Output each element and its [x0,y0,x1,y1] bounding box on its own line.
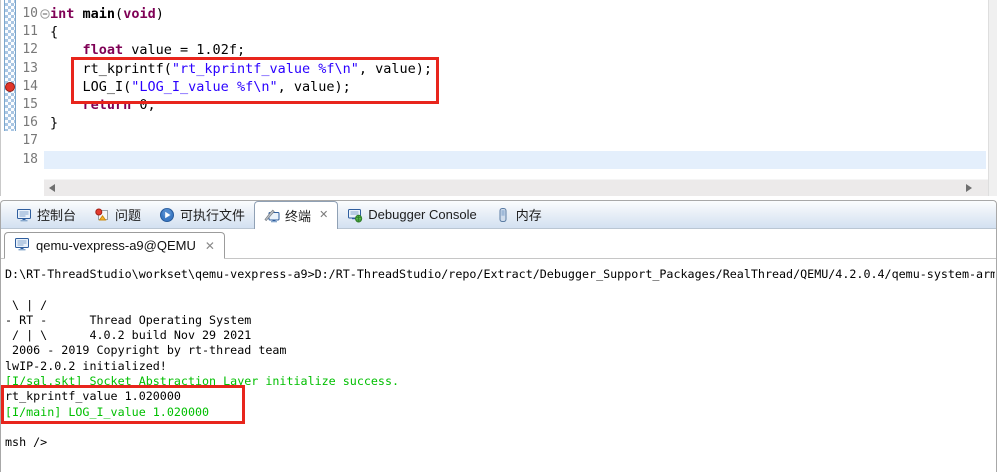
fold-column [40,5,50,169]
code-segment: 0; [131,97,155,113]
terminal-line: [I/sal.skt] Socket Abstraction Layer ini… [5,374,995,389]
code-segment: } [50,115,58,131]
line-number: 10 [16,5,38,23]
console-icon [16,207,32,223]
code-segment: void [123,6,156,22]
code-segment: float [83,42,124,58]
scroll-left-arrow-icon[interactable] [49,184,55,192]
tab-terminal[interactable]: 终端 ✕ [254,201,338,229]
terminal-connection-tab[interactable]: qemu-vexpress-a9@QEMU ✕ [4,232,225,259]
code-line [50,151,985,169]
breakpoint-icon[interactable] [5,82,15,92]
code-text-area[interactable]: int main(void){ float value = 1.02f; rt_… [50,5,985,169]
code-line: rt_kprintf("rt_kprintf_value %f\n", valu… [50,60,985,78]
overview-ruler[interactable] [988,0,997,196]
terminal-line: msh /> [5,435,995,450]
tab-problems[interactable]: 问题 [85,201,150,228]
terminal-line: [I/main] LOG_I_value 1.020000 [5,405,995,420]
line-number: 12 [16,41,38,59]
terminal-line: - RT - Thread Operating System [5,313,995,328]
tab-console[interactable]: 控制台 [7,201,85,228]
tab-debugger-console[interactable]: Debugger Console [338,201,485,228]
close-icon[interactable]: ✕ [205,240,215,252]
terminal-line [5,420,995,435]
executable-icon [159,207,175,223]
tab-memory[interactable]: 内存 [486,201,551,228]
terminal-line [5,282,995,297]
fold-cell [40,60,50,78]
ide-window: 101112131415161718 int main(void){ float… [0,0,997,472]
code-segment: { [50,24,58,40]
code-segment: ( [115,6,123,22]
memory-icon [495,207,511,223]
terminal-tab-label: qemu-vexpress-a9@QEMU [36,238,196,253]
line-number-gutter[interactable]: 101112131415161718 [16,5,38,169]
code-segment: main [83,6,116,22]
terminal-line: lwIP-2.0.2 initialized! [5,359,995,374]
line-number: 14 [16,78,38,96]
code-segment: , value); [278,79,351,95]
code-segment [50,97,83,113]
changed-lines-indicator [4,0,16,131]
editor-horizontal-scrollbar[interactable] [44,179,988,196]
terminal-line: D:\RT-ThreadStudio\workset\qemu-vexpress… [5,267,995,282]
fold-cell [40,114,50,132]
code-segment: "rt_kprintf_value %f\n" [172,61,359,77]
terminal-line: / | \ 4.0.2 build Nov 29 2021 [5,328,995,343]
terminal-output[interactable]: D:\RT-ThreadStudio\workset\qemu-vexpress… [2,260,995,472]
fold-cell [40,96,50,114]
problems-icon [94,207,110,223]
code-line: return 0; [50,96,985,114]
tab-executables[interactable]: 可执行文件 [150,201,254,228]
terminal-connections-tabbar: qemu-vexpress-a9@QEMU ✕ [1,229,996,259]
annotation-ruler[interactable] [2,0,17,178]
code-segment: value = 1.02f; [123,42,245,58]
tab-label: 问题 [115,205,141,224]
fold-cell [40,41,50,59]
terminal-line: \ | / [5,298,995,313]
tab-label: 内存 [516,205,542,224]
code-editor[interactable]: 101112131415161718 int main(void){ float… [0,0,997,196]
code-line: LOG_I("LOG_I_value %f\n", value); [50,78,985,96]
code-segment: LOG_I( [50,79,131,95]
terminal-icon [264,208,280,224]
code-segment: rt_kprintf( [50,61,172,77]
debugger-console-icon [347,207,363,223]
code-segment: ) [156,6,164,22]
code-segment [50,42,83,58]
code-line [50,132,985,150]
code-line: } [50,114,985,132]
line-number: 18 [16,151,38,169]
code-line: { [50,23,985,41]
close-icon[interactable]: ✕ [319,210,328,221]
fold-cell [40,5,50,23]
scroll-right-arrow-icon[interactable] [966,184,972,192]
code-line: float value = 1.02f; [50,41,985,59]
line-number: 13 [16,60,38,78]
tab-label: 可执行文件 [180,205,245,224]
tab-label: 控制台 [37,205,76,224]
line-number: 17 [16,132,38,150]
terminal-line: rt_kprintf_value 1.020000 [5,389,995,404]
bottom-view-panel: 控制台 问题 可执行文件 终端 ✕ Debugger Console 内存 qemu-vex… [0,200,997,472]
fold-cell [40,132,50,150]
fold-cell [40,151,50,169]
code-segment: "LOG_I_value %f\n" [131,79,277,95]
code-segment: return [83,97,132,113]
line-number: 15 [16,96,38,114]
terminal-line: 2006 - 2019 Copyright by rt-thread team [5,343,995,358]
tab-label: Debugger Console [368,207,476,222]
panel-tabbar: 控制台 问题 可执行文件 终端 ✕ Debugger Console 内存 [1,201,996,229]
code-segment: int [50,6,74,22]
fold-cell [40,78,50,96]
code-line: int main(void) [50,5,985,23]
fold-cell [40,23,50,41]
code-segment: , value); [359,61,432,77]
code-segment [74,6,82,22]
console-icon [14,236,30,255]
tab-label: 终端 [285,206,311,225]
line-number: 11 [16,23,38,41]
line-number: 16 [16,114,38,132]
